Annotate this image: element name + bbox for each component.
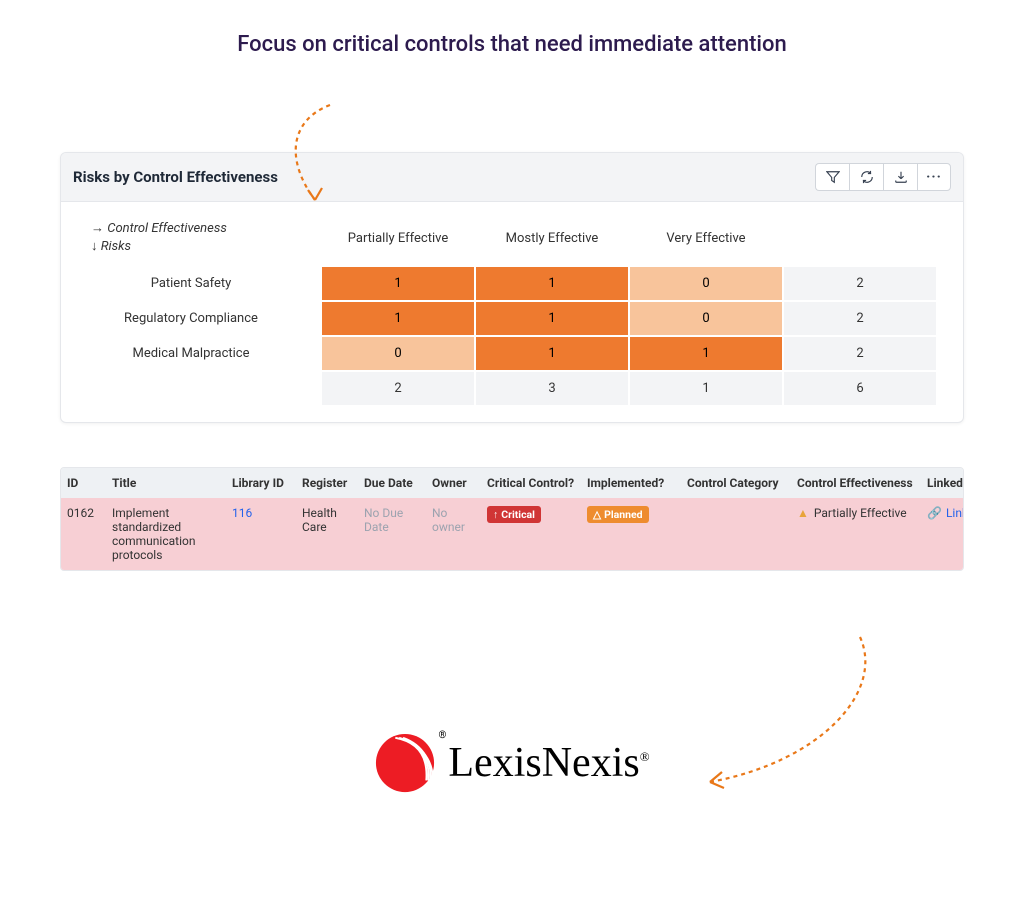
cell-linked-to[interactable]: 🔗 Link <box>921 498 964 570</box>
brand-logo-icon: ® <box>374 732 436 794</box>
matrix-col-header: Very Effective <box>629 231 783 246</box>
warning-icon: △ <box>593 508 601 521</box>
cell-id: 0162 <box>61 498 106 570</box>
risk-matrix-card: Risks by Control Effectiveness ··· → Con… <box>60 152 964 423</box>
table-header[interactable]: Title <box>106 468 226 498</box>
matrix-col-header: Mostly Effective <box>475 231 629 246</box>
cell-library-id[interactable]: 116 <box>226 498 296 570</box>
table-header[interactable]: Linked to <box>921 468 964 498</box>
brand-logo-text: LexisNexis® <box>448 739 649 787</box>
more-button[interactable]: ··· <box>917 163 951 191</box>
matrix-row: Regulatory Compliance1102 <box>61 301 963 336</box>
matrix-cell[interactable]: 1 <box>475 301 629 336</box>
card-header: Risks by Control Effectiveness ··· <box>61 153 963 202</box>
arrow-up-icon: ↑ <box>493 508 498 521</box>
matrix-row-label <box>61 380 321 398</box>
axis-columns-label: Control Effectiveness <box>107 221 227 236</box>
table-header[interactable]: Implemented? <box>581 468 681 498</box>
matrix-cell[interactable]: 1 <box>475 336 629 371</box>
filter-button[interactable] <box>815 163 849 191</box>
table-header[interactable]: Library ID <box>226 468 296 498</box>
cell-effectiveness: ▲ Partially Effective <box>791 498 921 570</box>
matrix-cell[interactable]: 0 <box>629 301 783 336</box>
critical-badge: ↑ Critical <box>487 506 541 523</box>
table-row[interactable]: 0162 Implement standardized communicatio… <box>61 498 963 570</box>
cell-title: Implement standardized communication pro… <box>106 498 226 570</box>
card-toolbar: ··· <box>815 163 951 191</box>
matrix-cell[interactable]: 2 <box>783 301 937 336</box>
table-header-row: ID Title Library ID Register Due Date Ow… <box>61 468 963 498</box>
risk-matrix: → Control Effectiveness ↓ Risks Partiall… <box>61 202 963 422</box>
detail-table: ID Title Library ID Register Due Date Ow… <box>60 467 964 571</box>
table-header[interactable]: Control Category <box>681 468 791 498</box>
matrix-cell[interactable]: 2 <box>783 266 937 301</box>
page-headline: Focus on critical controls that need imm… <box>0 32 1024 57</box>
download-button[interactable] <box>883 163 917 191</box>
matrix-row: 2316 <box>61 371 963 406</box>
axis-corner-labels: → Control Effectiveness ↓ Risks <box>61 220 321 256</box>
cell-critical: ↑ Critical <box>481 498 581 570</box>
refresh-icon <box>860 170 874 184</box>
matrix-cell[interactable]: 3 <box>475 371 629 406</box>
ellipsis-icon: ··· <box>926 169 942 185</box>
matrix-row-label: Regulatory Compliance <box>61 302 321 335</box>
refresh-button[interactable] <box>849 163 883 191</box>
cell-due-date: No Due Date <box>358 498 426 570</box>
filter-icon <box>826 170 840 184</box>
table-header[interactable]: Due Date <box>358 468 426 498</box>
card-title: Risks by Control Effectiveness <box>73 168 278 186</box>
matrix-cell[interactable]: 6 <box>783 371 937 406</box>
planned-badge-label: Planned <box>604 508 643 521</box>
matrix-cell[interactable]: 1 <box>321 266 475 301</box>
table-header[interactable]: Register <box>296 468 358 498</box>
download-icon <box>894 170 908 184</box>
planned-badge: △ Planned <box>587 506 649 523</box>
matrix-cell[interactable]: 1 <box>629 371 783 406</box>
registered-icon: ® <box>439 730 447 741</box>
cell-implemented: △ Planned <box>581 498 681 570</box>
matrix-cell[interactable]: 1 <box>629 336 783 371</box>
table-header[interactable]: Critical Control? <box>481 468 581 498</box>
matrix-cell[interactable]: 2 <box>783 336 937 371</box>
matrix-row: Patient Safety1102 <box>61 266 963 301</box>
matrix-cell[interactable]: 1 <box>475 266 629 301</box>
matrix-row-label: Patient Safety <box>61 267 321 300</box>
matrix-cell[interactable]: 0 <box>629 266 783 301</box>
annotation-arrow-icon <box>260 100 360 210</box>
matrix-cell[interactable]: 1 <box>321 301 475 336</box>
cell-owner: No owner <box>426 498 481 570</box>
matrix-col-header: Partially Effective <box>321 231 475 246</box>
cell-register: Health Care <box>296 498 358 570</box>
registered-icon: ® <box>640 749 650 764</box>
cell-category <box>681 498 791 570</box>
table-header[interactable]: Control Effectiveness <box>791 468 921 498</box>
link-icon: 🔗 <box>927 506 942 520</box>
linked-to-label: Link <box>946 506 964 520</box>
table-header[interactable]: Owner <box>426 468 481 498</box>
brand-logo: ® LexisNexis® <box>0 732 1024 794</box>
axis-rows-label: Risks <box>101 239 131 254</box>
critical-badge-label: Critical <box>501 508 535 521</box>
matrix-cell[interactable]: 2 <box>321 371 475 406</box>
matrix-row-label: Medical Malpractice <box>61 337 321 370</box>
effectiveness-label: Partially Effective <box>814 506 907 520</box>
matrix-row: Medical Malpractice0112 <box>61 336 963 371</box>
table-header[interactable]: ID <box>61 468 106 498</box>
matrix-cell[interactable]: 0 <box>321 336 475 371</box>
warning-triangle-icon: ▲ <box>797 506 809 520</box>
